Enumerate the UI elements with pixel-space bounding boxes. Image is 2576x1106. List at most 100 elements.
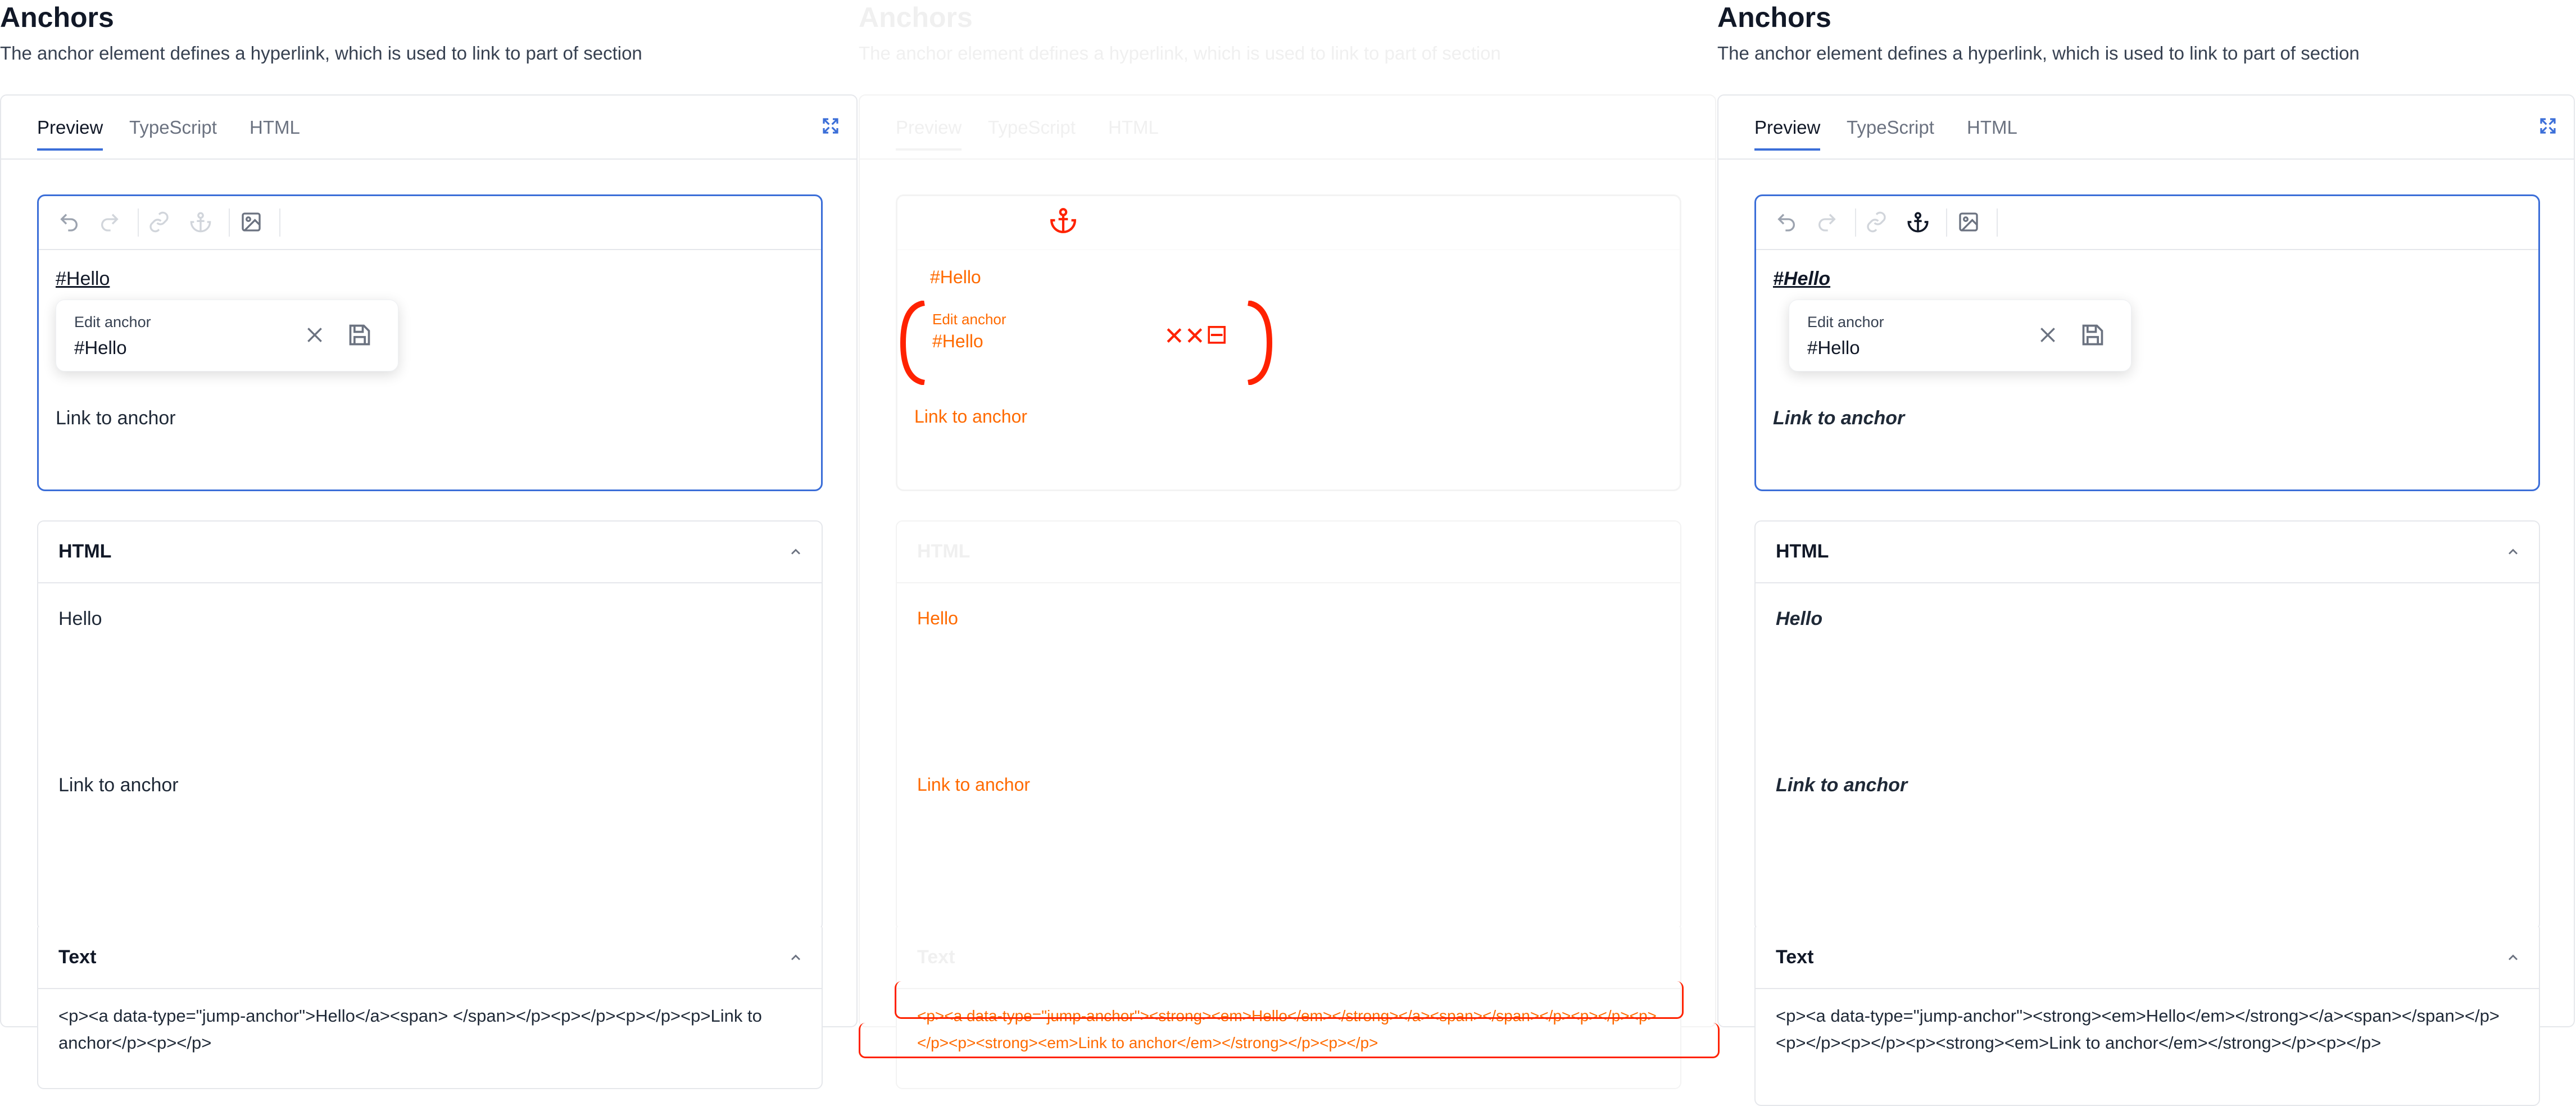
panel-before: Anchors The anchor element defines a hyp… xyxy=(0,0,859,1089)
tab-typescript[interactable]: TypeScript xyxy=(988,117,1076,138)
html-section: HTML Hello Link to anchor xyxy=(37,520,823,931)
tab-typescript[interactable]: TypeScript xyxy=(129,117,217,138)
editor[interactable]: #Hello Edit anchor #Hello ✕✕ ⊟ Link to a… xyxy=(896,194,1681,491)
toolbar-divider xyxy=(138,208,139,237)
image-icon[interactable] xyxy=(1955,208,1982,235)
expand-icon[interactable] xyxy=(2539,117,2557,135)
editor[interactable]: #Hello Edit anchor #Hello Link to anchor xyxy=(1754,194,2540,491)
chevron-up-icon xyxy=(2509,954,2518,960)
editor-toolbar xyxy=(39,196,821,250)
close-icon[interactable] xyxy=(2037,324,2059,346)
tab-html[interactable]: HTML xyxy=(250,117,300,138)
html-section-header[interactable]: HTML xyxy=(38,522,822,583)
tab-html[interactable]: HTML xyxy=(1967,117,2017,138)
toolbar-divider xyxy=(1946,208,1947,237)
anchor-input[interactable]: #Hello xyxy=(74,337,127,359)
popup-label: Edit anchor xyxy=(74,314,151,330)
demo-card: Preview TypeScript HTML #Hello Edit anch… xyxy=(0,94,858,1089)
html-section: HTML Hello Link to anchor xyxy=(1754,520,2540,931)
html-output-line: Link to anchor xyxy=(58,774,179,796)
page-title: Anchors xyxy=(1717,2,1831,33)
chevron-up-icon xyxy=(791,954,800,960)
page-description: The anchor element defines a hyperlink, … xyxy=(1717,43,2360,64)
page-description: The anchor element defines a hyperlink, … xyxy=(859,43,1501,64)
text-section-header[interactable]: Text xyxy=(1756,927,2539,989)
page-title: Anchors xyxy=(859,2,973,33)
html-section: HTML Hello Link to anchor xyxy=(896,520,1681,931)
diff-close-icon: ✕✕ xyxy=(1164,323,1205,350)
demo-card: Preview TypeScript HTML #Hello Edit anch… xyxy=(859,94,1716,1089)
popup-label: Edit anchor xyxy=(1807,314,1884,330)
toolbar-divider xyxy=(1997,208,1998,237)
tab-bar: Preview TypeScript HTML xyxy=(860,96,1715,160)
html-section-title: HTML xyxy=(58,541,112,562)
anchor-link[interactable]: #Hello xyxy=(56,268,110,290)
editor-paragraph: Link to anchor xyxy=(1773,407,1905,429)
page-title: Anchors xyxy=(0,2,114,33)
toolbar-divider xyxy=(1855,208,1856,237)
html-output-line: Link to anchor xyxy=(1776,774,1908,796)
link-icon[interactable] xyxy=(1863,208,1890,235)
tab-bar: Preview TypeScript HTML xyxy=(1718,96,2574,160)
text-section-header[interactable]: Text xyxy=(38,927,822,989)
chevron-up-icon xyxy=(2509,549,2518,555)
diff-save-icon: ⊟ xyxy=(1205,320,1228,350)
expand-icon[interactable] xyxy=(822,117,840,135)
text-section-title: Text xyxy=(58,946,97,968)
text-output: <p><a data-type="jump-anchor"><strong><e… xyxy=(1776,1006,2500,1053)
html-section-title: HTML xyxy=(1776,541,1829,562)
close-icon[interactable] xyxy=(303,324,326,346)
page-description: The anchor element defines a hyperlink, … xyxy=(0,43,642,64)
diff-outline xyxy=(859,1023,1720,1058)
diff-html-line: Link to anchor xyxy=(917,774,1031,795)
link-icon[interactable] xyxy=(146,208,173,235)
tab-bar: Preview TypeScript HTML xyxy=(1,96,856,160)
diff-bracket-right xyxy=(1247,301,1273,385)
edit-anchor-popup: Edit anchor #Hello xyxy=(1789,300,2131,371)
chevron-up-icon xyxy=(791,549,800,555)
text-section: Text <p><a data-type="jump-anchor">Hello… xyxy=(37,927,823,1089)
html-output-line: Hello xyxy=(58,608,102,629)
image-icon[interactable] xyxy=(238,208,265,235)
tab-preview[interactable]: Preview xyxy=(1754,117,1821,151)
anchor-icon xyxy=(1050,208,1076,233)
diff-paragraph: Link to anchor xyxy=(914,406,1028,427)
html-section-header[interactable]: HTML xyxy=(897,522,1680,583)
panel-diff: Anchors The anchor element defines a hyp… xyxy=(859,0,1720,1089)
anchor-link[interactable]: #Hello xyxy=(1773,268,1830,290)
text-section-header[interactable]: Text xyxy=(897,927,1680,989)
html-section-title: HTML xyxy=(917,541,970,562)
redo-icon[interactable] xyxy=(1813,208,1840,235)
editor-paragraph: Link to anchor xyxy=(56,407,176,429)
diff-popup-value: #Hello xyxy=(932,331,983,351)
tab-preview[interactable]: Preview xyxy=(37,117,103,151)
demo-card: Preview TypeScript HTML #Hello Edit anch… xyxy=(1717,94,2575,1106)
undo-icon[interactable] xyxy=(56,208,83,235)
text-output: <p><a data-type="jump-anchor">Hello</a><… xyxy=(58,1006,762,1053)
tab-html[interactable]: HTML xyxy=(1108,117,1159,138)
toolbar-divider xyxy=(279,208,280,237)
text-section-title: Text xyxy=(917,946,955,968)
anchor-icon[interactable] xyxy=(1904,208,1931,235)
diff-outline xyxy=(895,981,1684,1019)
text-section-title: Text xyxy=(1776,946,1814,968)
anchor-input[interactable]: #Hello xyxy=(1807,337,1860,359)
diff-html-line: Hello xyxy=(917,608,958,628)
diff-bracket-left xyxy=(900,301,926,385)
editor-toolbar xyxy=(1756,196,2538,250)
undo-icon[interactable] xyxy=(1773,208,1800,235)
tab-preview[interactable]: Preview xyxy=(896,117,962,151)
text-section: Text <p><a data-type="jump-anchor"><stro… xyxy=(1754,927,2540,1106)
html-section-header[interactable]: HTML xyxy=(1756,522,2539,583)
edit-anchor-popup: Edit anchor #Hello xyxy=(56,300,398,371)
save-icon[interactable] xyxy=(2080,323,2105,347)
editor-toolbar xyxy=(897,196,1680,250)
panel-after: Anchors The anchor element defines a hyp… xyxy=(1717,0,2576,1106)
redo-icon[interactable] xyxy=(96,208,123,235)
toolbar-divider xyxy=(229,208,230,237)
anchor-icon[interactable] xyxy=(187,208,214,235)
tab-typescript[interactable]: TypeScript xyxy=(1847,117,1934,138)
editor[interactable]: #Hello Edit anchor #Hello Link to anchor xyxy=(37,194,823,491)
save-icon[interactable] xyxy=(347,323,372,347)
html-output-line: Hello xyxy=(1776,608,1823,629)
